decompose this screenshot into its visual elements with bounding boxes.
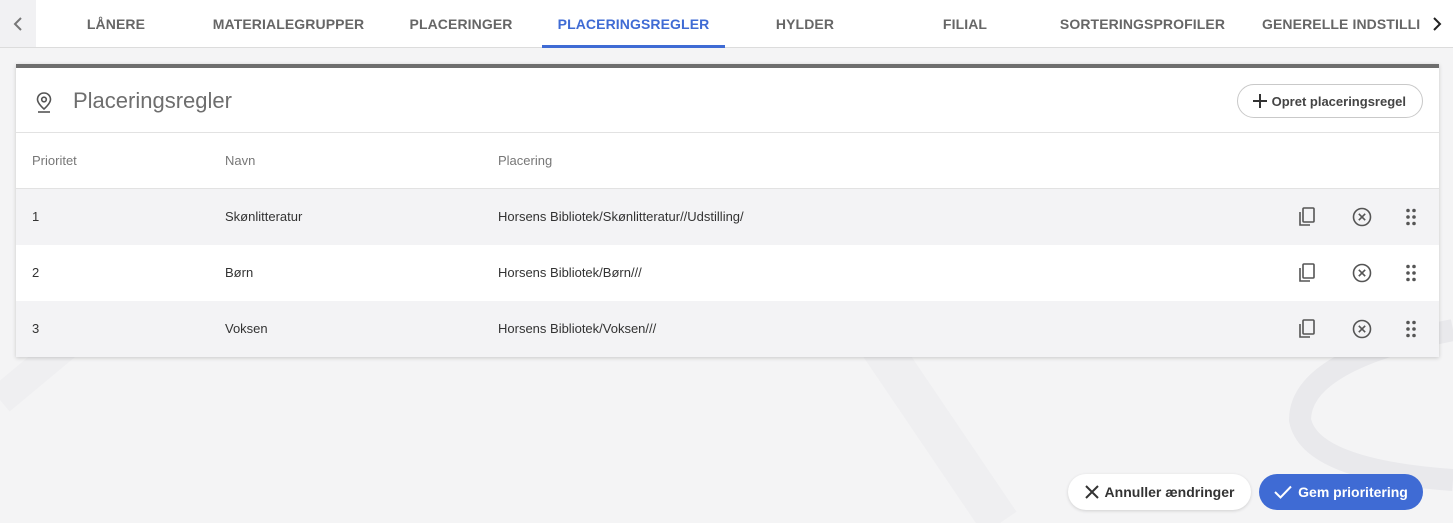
priority-cell: 1 <box>32 209 40 224</box>
tab-sorteringsprofiler[interactable]: SORTERINGSPROFILER <box>1045 0 1240 48</box>
name-cell: Voksen <box>225 321 268 336</box>
drag-handle-icon[interactable] <box>1399 317 1423 341</box>
checkmark-icon <box>1274 485 1292 499</box>
tab-placeringer[interactable]: PLACERINGER <box>381 0 541 48</box>
create-button-label: Opret placeringsregel <box>1271 93 1406 109</box>
drag-handle-icon[interactable] <box>1399 261 1423 285</box>
tab-filial[interactable]: FILIAL <box>885 0 1045 48</box>
chevron-right-icon <box>1433 16 1442 31</box>
placement-rules-card: Placeringsregler Opret placeringsregel P… <box>16 64 1439 357</box>
plus-icon <box>1252 94 1267 108</box>
column-header-placement[interactable]: Placering <box>498 153 552 168</box>
tab-hylder[interactable]: HYLDER <box>725 0 885 48</box>
copy-icon[interactable] <box>1295 261 1319 285</box>
table-row[interactable]: 1 Skønlitteratur Horsens Bibliotek/Skønl… <box>16 189 1439 245</box>
cancel-button-label: Annuller ændringer <box>1104 484 1235 500</box>
tab-materialegrupper[interactable]: MATERIALEGRUPPER <box>196 0 381 48</box>
priority-cell: 2 <box>32 265 40 280</box>
tabs-scroll-right-button[interactable] <box>1421 0 1453 47</box>
copy-icon[interactable] <box>1295 317 1319 341</box>
placement-cell: Horsens Bibliotek/Skønlitteratur//Udstil… <box>498 209 744 224</box>
tab-laanere[interactable]: LÅNERE <box>36 0 196 48</box>
table-row[interactable]: 3 Voksen Horsens Bibliotek/Voksen/// <box>16 301 1439 357</box>
copy-icon[interactable] <box>1295 205 1319 229</box>
save-priority-button[interactable]: Gem prioritering <box>1259 474 1423 510</box>
placement-cell: Horsens Bibliotek/Børn/// <box>498 265 642 280</box>
card-header: Placeringsregler Opret placeringsregel <box>16 68 1439 133</box>
column-header-name[interactable]: Navn <box>225 153 255 168</box>
table-row[interactable]: 2 Børn Horsens Bibliotek/Børn/// <box>16 245 1439 301</box>
remove-circle-icon[interactable] <box>1350 317 1374 341</box>
table-header: Prioritet Navn Placering <box>16 133 1439 189</box>
column-header-priority[interactable]: Prioritet <box>32 153 77 168</box>
remove-circle-icon[interactable] <box>1350 261 1374 285</box>
tab-placeringsregler[interactable]: PLACERINGSREGLER <box>542 0 725 48</box>
priority-cell: 3 <box>32 321 40 336</box>
name-cell: Børn <box>225 265 254 280</box>
save-button-label: Gem prioritering <box>1298 484 1408 500</box>
tab-generelle-indstillinger[interactable]: GENERELLE INDSTILLINGER <box>1262 0 1421 48</box>
placement-cell: Horsens Bibliotek/Voksen/// <box>498 321 657 336</box>
tabs-scroll-left-button[interactable] <box>0 0 36 47</box>
cancel-changes-button[interactable]: Annuller ændringer <box>1068 474 1251 510</box>
page-title: Placeringsregler <box>73 88 232 113</box>
tabs: LÅNERE MATERIALEGRUPPER PLACERINGER PLAC… <box>36 0 1421 48</box>
remove-circle-icon[interactable] <box>1350 205 1374 229</box>
tab-bar: LÅNERE MATERIALEGRUPPER PLACERINGER PLAC… <box>0 0 1453 48</box>
drag-handle-icon[interactable] <box>1399 205 1423 229</box>
create-placement-rule-button[interactable]: Opret placeringsregel <box>1236 84 1423 118</box>
location-pin-icon <box>35 91 53 118</box>
close-icon <box>1084 485 1099 499</box>
chevron-left-icon <box>13 16 22 31</box>
name-cell: Skønlitteratur <box>225 209 303 224</box>
active-tab-indicator <box>542 45 725 48</box>
